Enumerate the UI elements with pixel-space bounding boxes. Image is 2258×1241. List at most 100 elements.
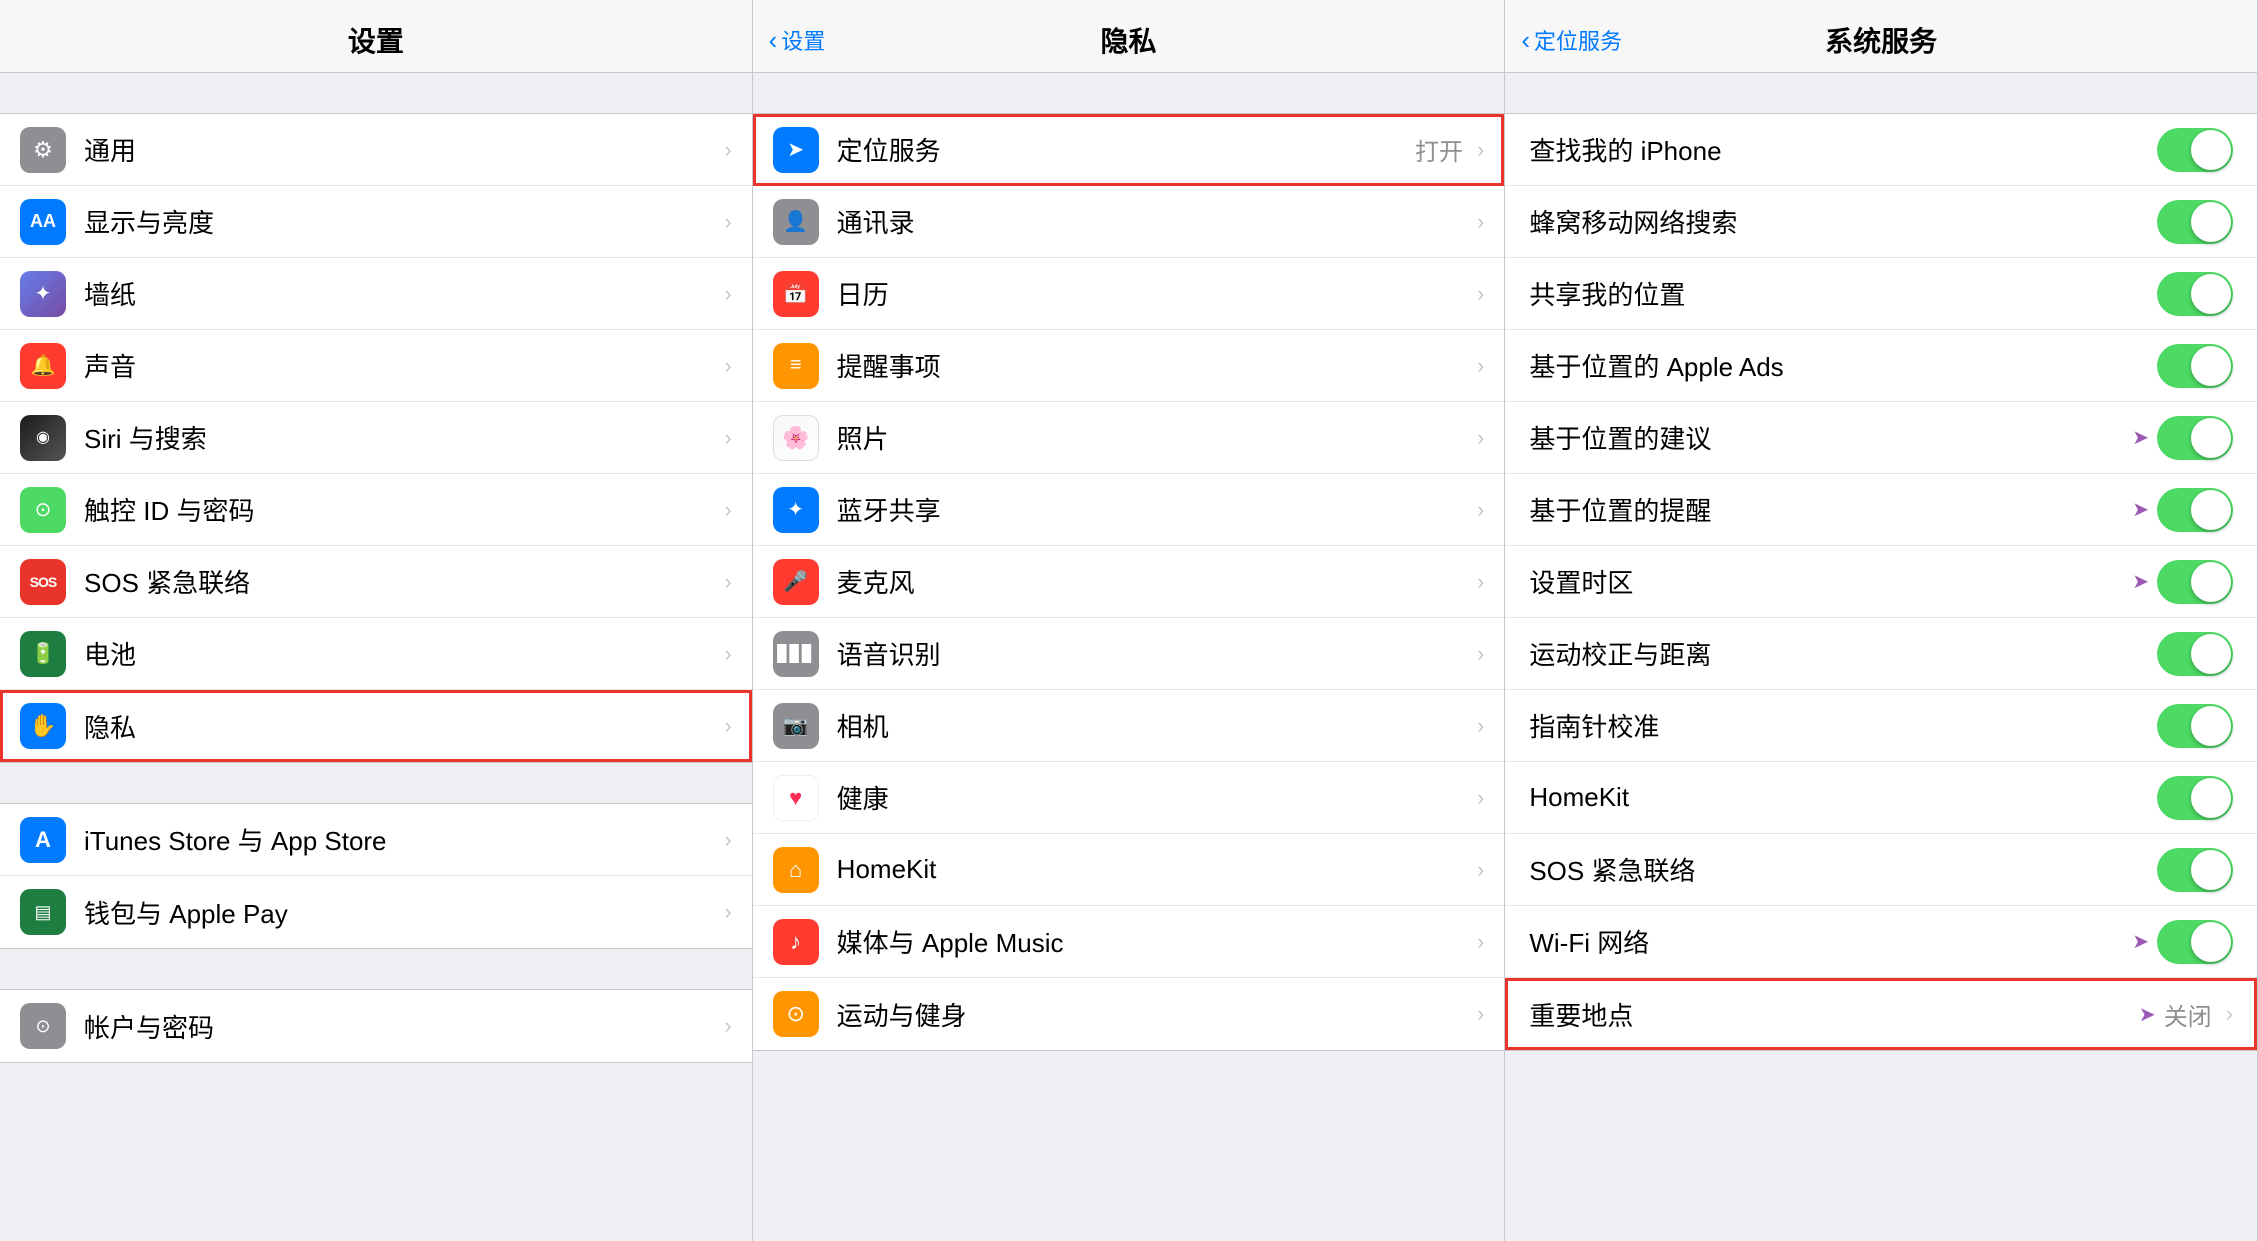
toggle-compass[interactable] — [2157, 704, 2233, 748]
left-title: 设置 — [348, 20, 404, 60]
toggle-cellular[interactable] — [2157, 200, 2233, 244]
chevron-icon: › — [1477, 713, 1484, 739]
toggle-wifi[interactable] — [2157, 920, 2233, 964]
sidebar-item-general[interactable]: ⚙ 通用 › — [0, 114, 752, 186]
middle-item-photos[interactable]: 🌸 照片 › — [753, 402, 1505, 474]
chevron-icon: › — [724, 713, 731, 739]
chevron-icon: › — [724, 137, 731, 163]
right-item-reminders-loc: 基于位置的提醒 ➤ — [1505, 474, 2257, 546]
chevron-icon: › — [1477, 425, 1484, 451]
left-section-1: ⚙ 通用 › AA 显示与亮度 › ✦ 墙纸 › 🔔 声音 › ◉ Siri — [0, 113, 752, 763]
sidebar-item-privacy[interactable]: ✋ 隐私 › — [0, 690, 752, 762]
wallet-icon: ▤ — [20, 889, 66, 935]
left-content: ⚙ 通用 › AA 显示与亮度 › ✦ 墙纸 › 🔔 声音 › ◉ Siri — [0, 73, 752, 1241]
middle-item-health[interactable]: ♥ 健康 › — [753, 762, 1505, 834]
toggle-motion-cal[interactable] — [2157, 632, 2233, 676]
right-item-sos: SOS 紧急联络 — [1505, 834, 2257, 906]
right-content: 查找我的 iPhone 蜂窝移动网络搜索 共享我的位置 基于位置的 Apple … — [1505, 73, 2257, 1241]
chevron-icon: › — [1477, 1001, 1484, 1027]
middle-item-microphone[interactable]: 🎤 麦克风 › — [753, 546, 1505, 618]
left-section-2: A iTunes Store 与 App Store › ▤ 钱包与 Apple… — [0, 803, 752, 949]
toggle-sos[interactable] — [2157, 848, 2233, 892]
middle-back-label: 设置 — [781, 24, 825, 56]
chevron-icon: › — [2226, 1001, 2233, 1027]
sidebar-item-wallpaper[interactable]: ✦ 墙纸 › — [0, 258, 752, 330]
sidebar-item-touchid[interactable]: ⊙ 触控 ID 与密码 › — [0, 474, 752, 546]
left-header: 设置 — [0, 0, 752, 73]
middle-title: 隐私 — [1101, 20, 1157, 60]
sidebar-item-wallet[interactable]: ▤ 钱包与 Apple Pay › — [0, 876, 752, 948]
sounds-icon: 🔔 — [20, 343, 66, 389]
chevron-icon: › — [724, 899, 731, 925]
middle-item-camera[interactable]: 📷 相机 › — [753, 690, 1505, 762]
middle-item-reminders[interactable]: ≡ 提醒事项 › — [753, 330, 1505, 402]
middle-header: ‹ 设置 隐私 — [753, 0, 1505, 73]
toggle-reminders-loc[interactable] — [2157, 488, 2233, 532]
right-item-important-places[interactable]: 重要地点 ➤ 关闭 › — [1505, 978, 2257, 1050]
right-panel: ‹ 定位服务 系统服务 查找我的 iPhone 蜂窝移动网络搜索 共享我的位置 — [1505, 0, 2258, 1241]
location-arrow-icon: ➤ — [2132, 425, 2149, 450]
middle-item-speech[interactable]: ▊▊▊ 语音识别 › — [753, 618, 1505, 690]
right-item-compass: 指南针校准 — [1505, 690, 2257, 762]
left-section-3: ⊙ 帐户与密码 › — [0, 989, 752, 1063]
location-arrow-icon: ➤ — [2139, 1002, 2156, 1027]
middle-list: ➤ 定位服务 打开 › 👤 通讯录 › 📅 日历 › ≡ 提醒事项 › — [753, 113, 1505, 1051]
right-back-button[interactable]: ‹ 定位服务 — [1521, 24, 1622, 56]
sidebar-item-sounds[interactable]: 🔔 声音 › — [0, 330, 752, 402]
back-arrow-icon: ‹ — [769, 25, 778, 56]
right-header: ‹ 定位服务 系统服务 — [1505, 0, 2257, 73]
chevron-icon: › — [1477, 569, 1484, 595]
middle-item-calendar[interactable]: 📅 日历 › — [753, 258, 1505, 330]
sidebar-item-siri[interactable]: ◉ Siri 与搜索 › — [0, 402, 752, 474]
location-services-icon: ➤ — [773, 127, 819, 173]
right-item-motion-cal: 运动校正与距离 — [1505, 618, 2257, 690]
toggle-find-iphone[interactable] — [2157, 128, 2233, 172]
sidebar-item-account[interactable]: ⊙ 帐户与密码 › — [0, 990, 752, 1062]
camera-icon: 📷 — [773, 703, 819, 749]
middle-panel: ‹ 设置 隐私 ➤ 定位服务 打开 › 👤 通讯录 › 📅 日历 — [753, 0, 1506, 1241]
middle-item-bluetooth[interactable]: ✦ 蓝牙共享 › — [753, 474, 1505, 546]
chevron-icon: › — [724, 425, 731, 451]
chevron-icon: › — [724, 281, 731, 307]
right-title: 系统服务 — [1825, 20, 1937, 60]
middle-item-media[interactable]: ♪ 媒体与 Apple Music › — [753, 906, 1505, 978]
middle-item-homekit[interactable]: ⌂ HomeKit › — [753, 834, 1505, 906]
middle-item-location[interactable]: ➤ 定位服务 打开 › — [753, 114, 1505, 186]
toggle-timezone[interactable] — [2157, 560, 2233, 604]
chevron-icon: › — [724, 827, 731, 853]
contacts-icon: 👤 — [773, 199, 819, 245]
right-list: 查找我的 iPhone 蜂窝移动网络搜索 共享我的位置 基于位置的 Apple … — [1505, 113, 2257, 1051]
toggle-suggestions[interactable] — [2157, 416, 2233, 460]
middle-back-button[interactable]: ‹ 设置 — [769, 24, 826, 56]
motion-icon: ⊙ — [773, 991, 819, 1037]
location-arrow-icon: ➤ — [2132, 569, 2149, 594]
sos-icon: SOS — [20, 559, 66, 605]
account-icon: ⊙ — [20, 1003, 66, 1049]
privacy-icon: ✋ — [20, 703, 66, 749]
sidebar-item-display[interactable]: AA 显示与亮度 › — [0, 186, 752, 258]
right-back-label: 定位服务 — [1534, 24, 1622, 56]
right-item-timezone: 设置时区 ➤ — [1505, 546, 2257, 618]
display-icon: AA — [20, 199, 66, 245]
right-item-apple-ads: 基于位置的 Apple Ads — [1505, 330, 2257, 402]
toggle-homekit[interactable] — [2157, 776, 2233, 820]
chevron-icon: › — [724, 353, 731, 379]
toggle-apple-ads[interactable] — [2157, 344, 2233, 388]
sidebar-item-sos[interactable]: SOS SOS 紧急联络 › — [0, 546, 752, 618]
chevron-icon: › — [1477, 785, 1484, 811]
sidebar-item-battery[interactable]: 🔋 电池 › — [0, 618, 752, 690]
middle-item-contacts[interactable]: 👤 通讯录 › — [753, 186, 1505, 258]
microphone-icon: 🎤 — [773, 559, 819, 605]
right-item-wifi: Wi-Fi 网络 ➤ — [1505, 906, 2257, 978]
sidebar-item-itunes[interactable]: A iTunes Store 与 App Store › — [0, 804, 752, 876]
chevron-icon: › — [724, 569, 731, 595]
media-icon: ♪ — [773, 919, 819, 965]
middle-item-motion[interactable]: ⊙ 运动与健身 › — [753, 978, 1505, 1050]
chevron-icon: › — [724, 641, 731, 667]
chevron-icon: › — [1477, 929, 1484, 955]
touchid-icon: ⊙ — [20, 487, 66, 533]
toggle-share-location[interactable] — [2157, 272, 2233, 316]
chevron-icon: › — [1477, 209, 1484, 235]
right-item-find-iphone: 查找我的 iPhone — [1505, 114, 2257, 186]
right-item-share-location: 共享我的位置 — [1505, 258, 2257, 330]
